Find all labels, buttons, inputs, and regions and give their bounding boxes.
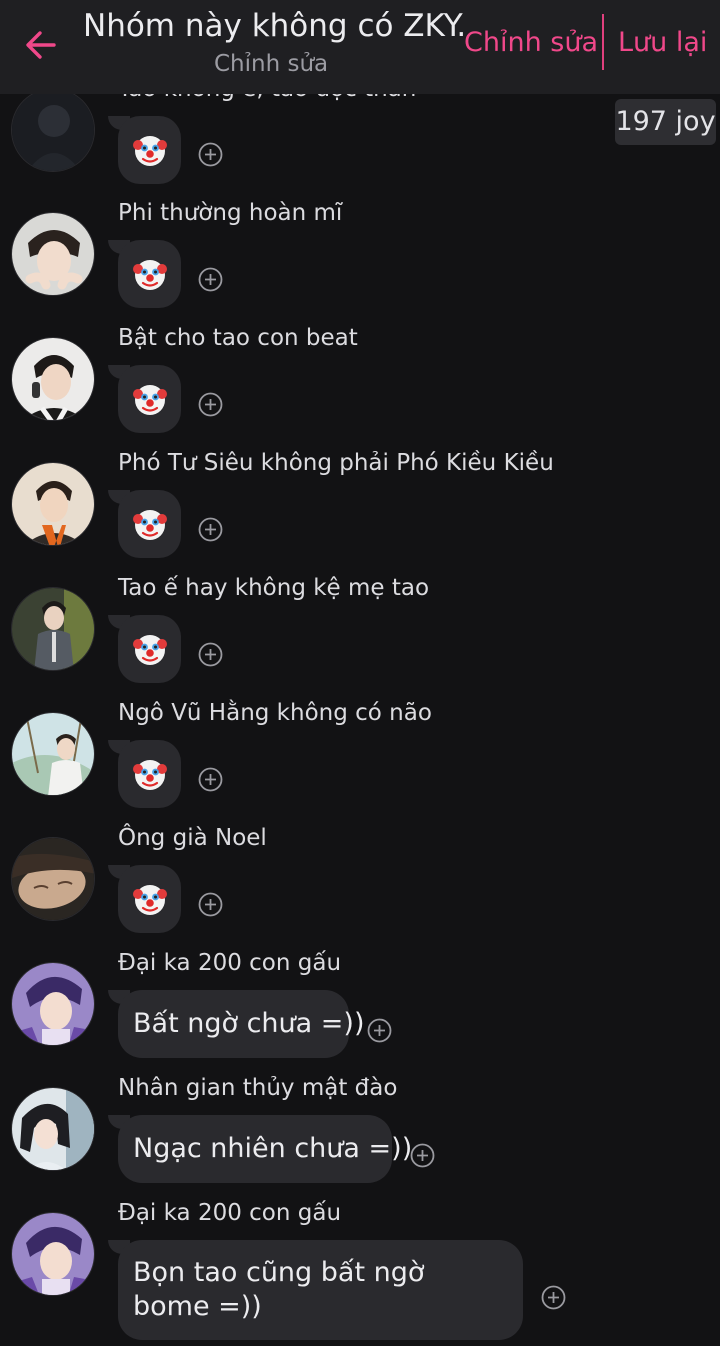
add-reaction-icon[interactable]: [367, 1018, 392, 1043]
add-reaction-icon[interactable]: [198, 642, 223, 667]
back-arrow-icon[interactable]: [18, 22, 64, 68]
message-bubble[interactable]: [118, 865, 181, 933]
chat-subtitle: Chỉnh sửa: [214, 51, 329, 77]
sender-name: Ông già Noel: [118, 825, 267, 851]
avatar[interactable]: [11, 837, 95, 921]
sender-name: Bật cho tao con beat: [118, 325, 358, 351]
sender-name: Đại ka 200 con gấu: [118, 950, 342, 976]
avatar[interactable]: [11, 337, 95, 421]
sender-name: Tao ế hay không kệ mẹ tao: [118, 575, 430, 601]
message-bubble[interactable]: [118, 116, 181, 184]
add-reaction-icon[interactable]: [198, 767, 223, 792]
clown-face-icon: [132, 510, 167, 540]
sender-name: Phó Tư Siêu không phải Phó Kiều Kiều: [118, 450, 554, 476]
add-reaction-icon[interactable]: [410, 1143, 435, 1168]
avatar[interactable]: [11, 587, 95, 671]
header-divider: [602, 14, 604, 70]
add-reaction-icon[interactable]: [198, 392, 223, 417]
sender-name: Ngô Vũ Hằng không có não: [118, 700, 432, 726]
clown-face-icon: [132, 885, 167, 915]
message-bubble[interactable]: Bất ngờ chưa =)): [118, 990, 364, 1058]
message-bubble[interactable]: Ngạc nhiên chưa =)): [118, 1115, 412, 1183]
clown-face-icon: [132, 136, 167, 166]
clown-face-icon: [132, 635, 167, 665]
add-reaction-icon[interactable]: [198, 267, 223, 292]
avatar[interactable]: [11, 462, 95, 546]
avatar[interactable]: [11, 1212, 95, 1296]
message-bubble[interactable]: [118, 740, 181, 808]
avatar[interactable]: [11, 88, 95, 172]
message-bubble[interactable]: [118, 365, 181, 433]
save-button[interactable]: Lưu lại: [618, 25, 707, 61]
message-bubble[interactable]: [118, 240, 181, 308]
clown-face-icon: [132, 260, 167, 290]
edit-button[interactable]: Chỉnh sửa: [464, 25, 598, 61]
avatar[interactable]: [11, 212, 95, 296]
sender-name: Phi thường hoàn mĩ: [118, 200, 343, 226]
clown-face-icon: [132, 760, 167, 790]
avatar[interactable]: [11, 962, 95, 1046]
message-bubble[interactable]: [118, 615, 181, 683]
clown-face-icon: [132, 385, 167, 415]
sender-name: Nhân gian thủy mật đào: [118, 1075, 398, 1101]
add-reaction-icon[interactable]: [198, 892, 223, 917]
add-reaction-icon[interactable]: [198, 142, 223, 167]
message-bubble[interactable]: [118, 490, 181, 558]
avatar[interactable]: [11, 1087, 95, 1171]
chat-screen: Nhóm này không có ZKY... Chỉnh sửa Chỉnh…: [0, 0, 720, 1346]
chat-title: Nhóm này không có ZKY...: [83, 8, 463, 44]
add-reaction-icon[interactable]: [541, 1285, 566, 1310]
message-bubble[interactable]: Bọn tao cũng bất ngờ bome =)): [118, 1240, 523, 1340]
add-reaction-icon[interactable]: [198, 517, 223, 542]
chat-header: Nhóm này không có ZKY... Chỉnh sửa Chỉnh…: [0, 0, 720, 94]
avatar[interactable]: [11, 712, 95, 796]
sender-name: Đại ka 200 con gấu: [118, 1200, 342, 1226]
joy-badge[interactable]: 197 joy: [615, 99, 716, 145]
